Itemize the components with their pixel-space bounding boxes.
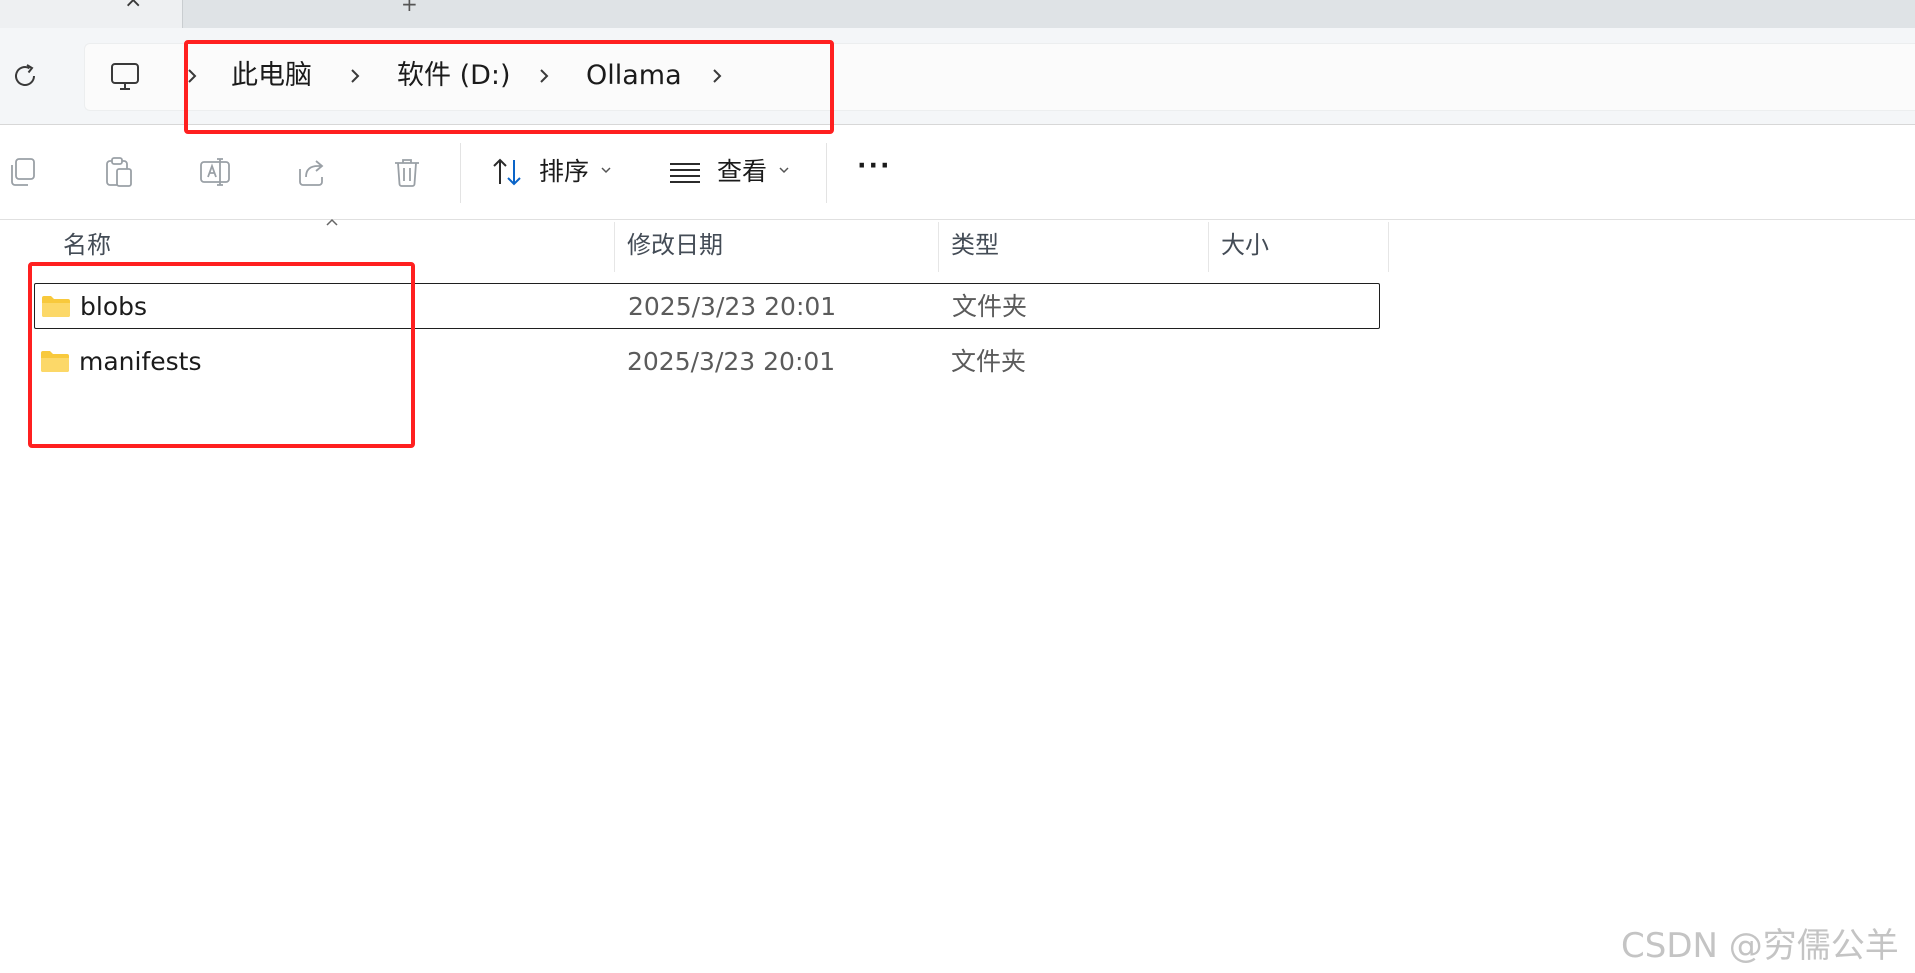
view-icon[interactable] <box>668 155 702 189</box>
chevron-down-icon[interactable] <box>600 166 612 174</box>
copy-icon[interactable] <box>6 155 40 189</box>
this-pc-icon[interactable] <box>108 60 142 94</box>
column-divider[interactable] <box>614 222 615 272</box>
watermark: CSDN @穷儒公羊 <box>1621 926 1899 966</box>
toolbar-separator <box>826 143 827 203</box>
sort-icon[interactable] <box>490 155 524 189</box>
delete-icon[interactable] <box>390 155 424 189</box>
column-divider[interactable] <box>1388 222 1389 272</box>
file-modified-date: 2025/3/23 20:01 <box>628 292 837 321</box>
new-tab-icon[interactable]: + <box>401 0 418 16</box>
command-bar: 排序 查看 ··· <box>0 125 1915 220</box>
breadcrumb-highlight-box <box>184 40 834 134</box>
toolbar-separator <box>460 143 461 203</box>
column-header-type[interactable]: 类型 <box>951 219 999 271</box>
sort-button[interactable]: 排序 <box>539 157 589 187</box>
sort-ascending-icon <box>326 218 338 226</box>
column-divider[interactable] <box>1208 222 1209 272</box>
share-icon[interactable] <box>294 155 328 189</box>
folders-highlight-box <box>28 262 415 448</box>
refresh-icon[interactable] <box>10 61 40 91</box>
paste-icon[interactable] <box>102 155 136 189</box>
more-options-button[interactable]: ··· <box>857 151 892 181</box>
column-header-modified[interactable]: 修改日期 <box>627 219 723 271</box>
chevron-down-icon[interactable] <box>778 166 790 174</box>
column-header-size[interactable]: 大小 <box>1221 219 1269 271</box>
tab-inactive[interactable]: + <box>182 0 1915 28</box>
file-modified-date: 2025/3/23 20:01 <box>627 347 836 376</box>
file-type: 文件夹 <box>952 292 1028 321</box>
rename-icon[interactable] <box>198 155 232 189</box>
view-button[interactable]: 查看 <box>717 157 767 187</box>
tab-close-icon[interactable]: × <box>124 0 142 13</box>
file-type: 文件夹 <box>951 347 1027 376</box>
tab-strip: × + <box>0 0 1915 28</box>
column-divider[interactable] <box>938 222 939 272</box>
